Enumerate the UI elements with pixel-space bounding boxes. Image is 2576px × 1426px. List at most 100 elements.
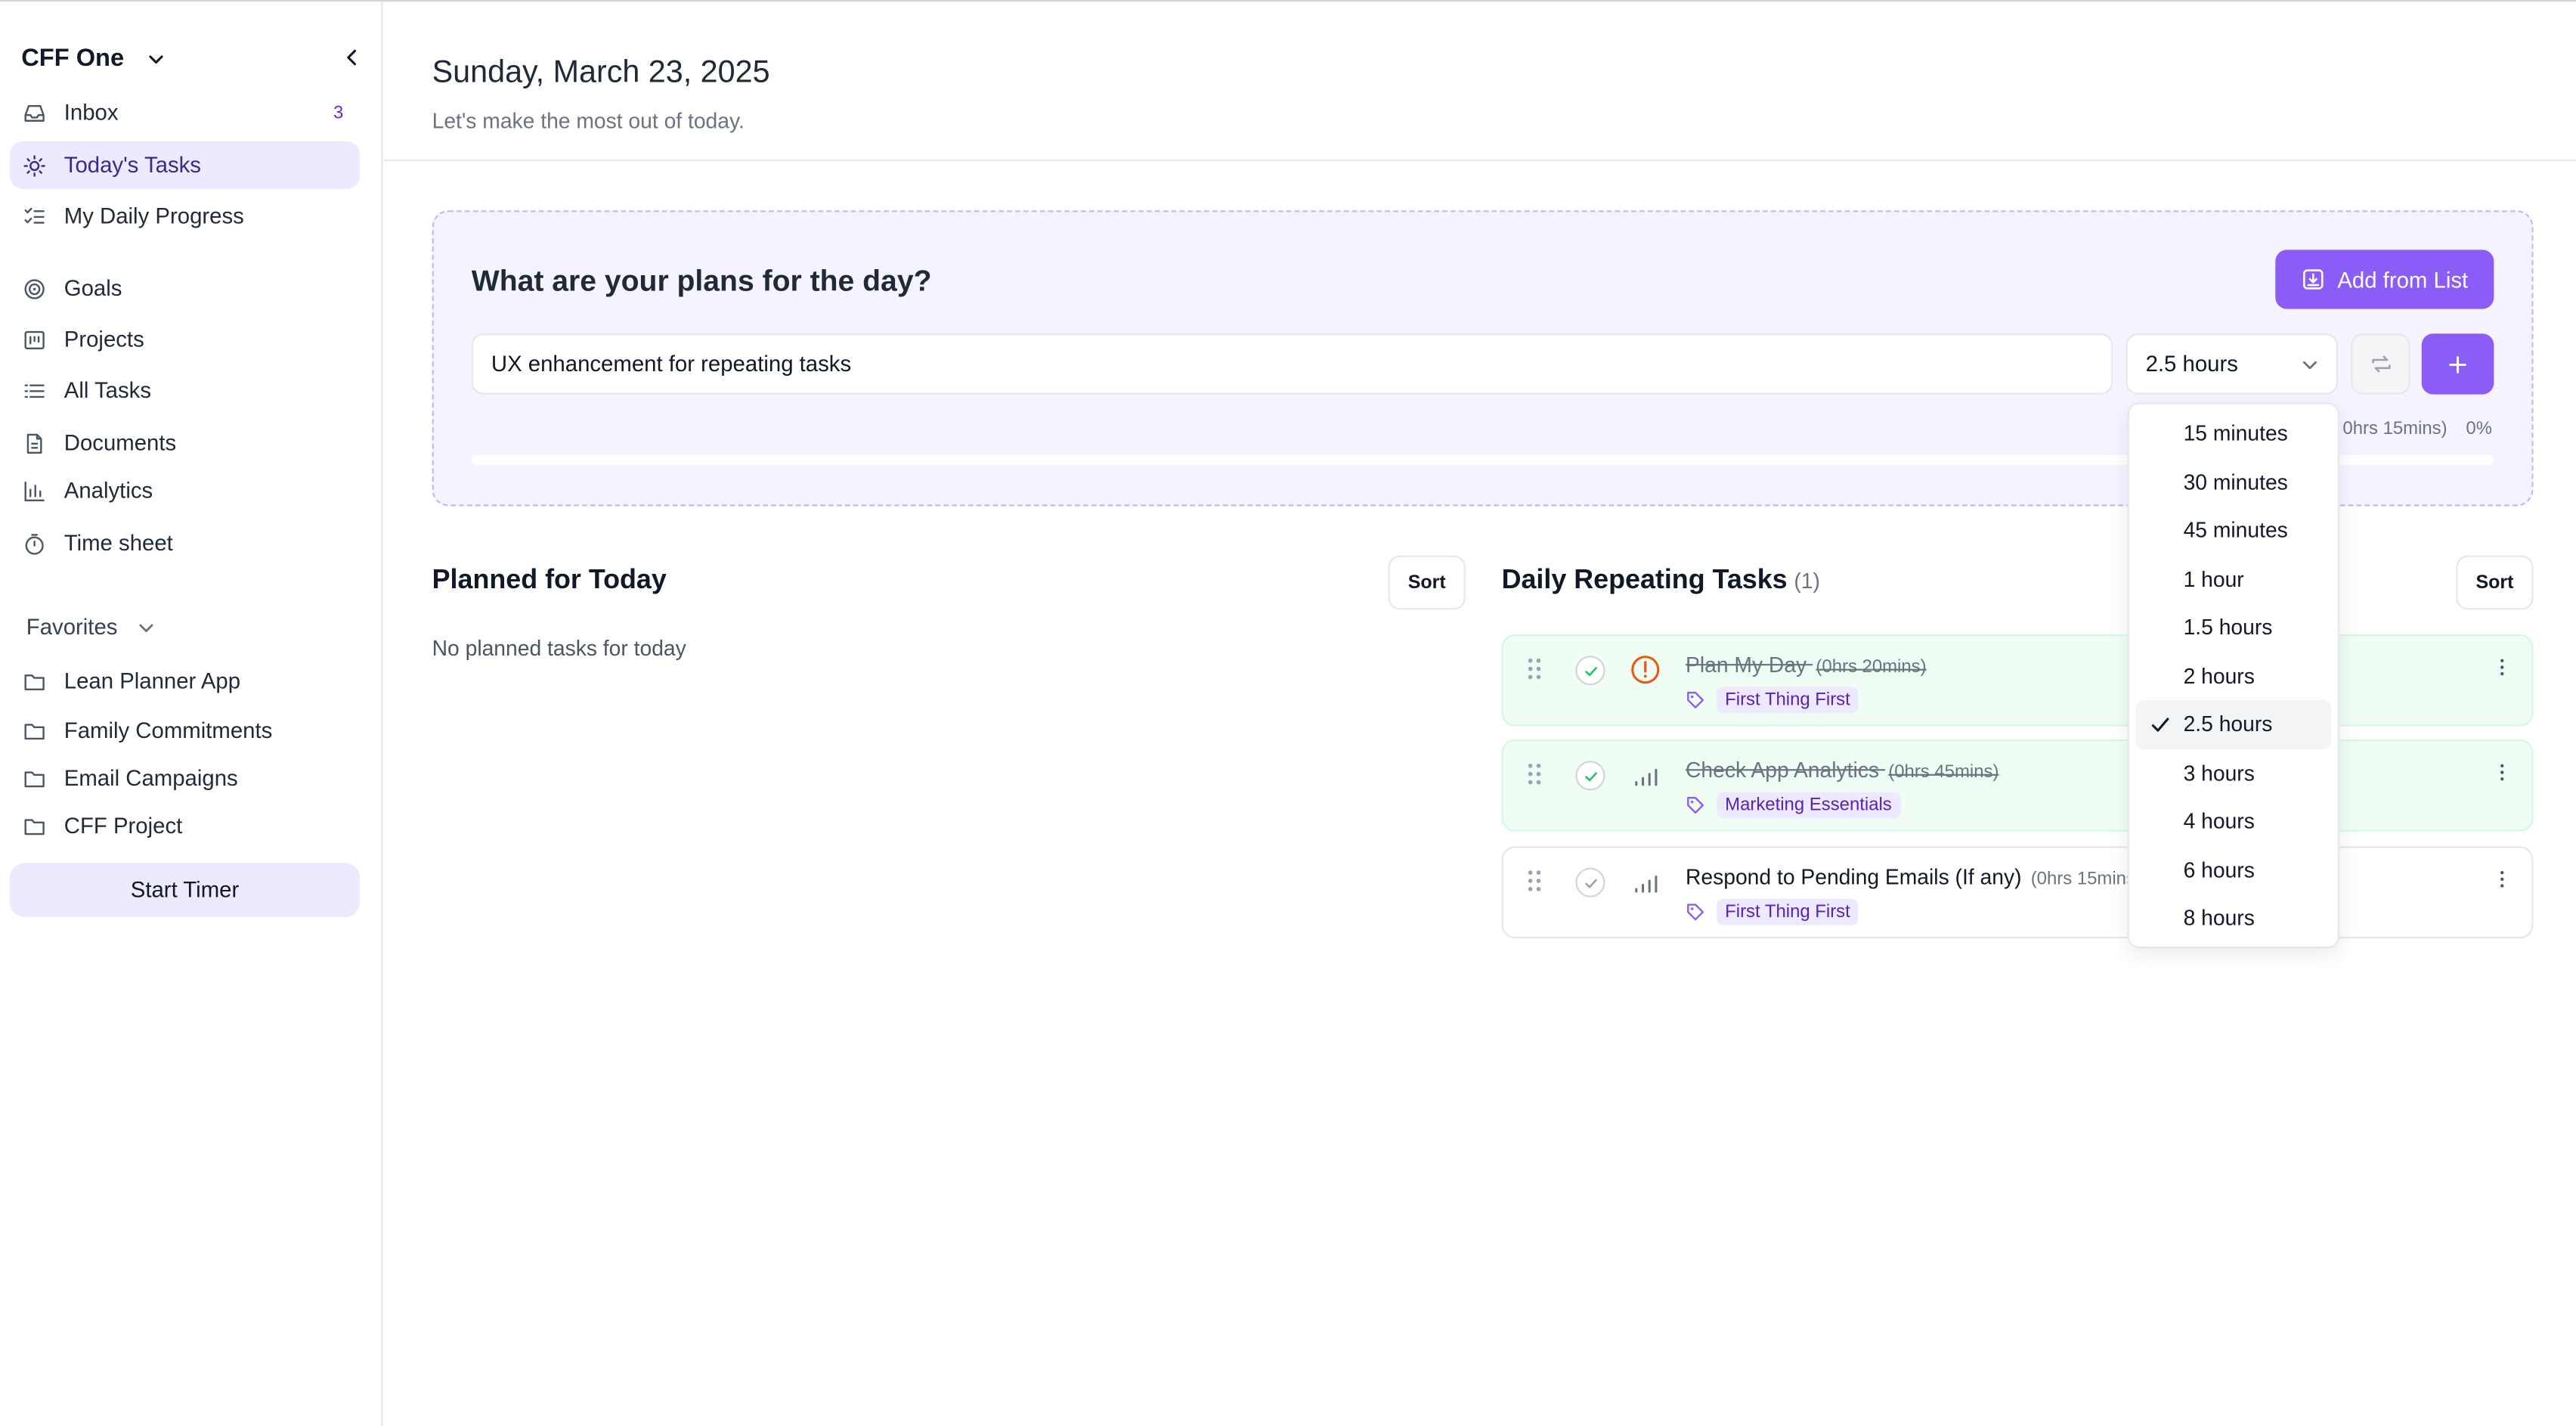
add-from-list-label: Add from List xyxy=(2337,267,2469,292)
planned-sort-button[interactable]: Sort xyxy=(1388,555,1466,610)
folder-icon xyxy=(24,770,45,787)
add-from-list-button[interactable]: Add from List xyxy=(2275,250,2494,309)
sidebar-item-goals[interactable]: Goals xyxy=(10,265,360,312)
task-title[interactable]: Respond to Pending Emails (If any) (0hrs… xyxy=(1686,864,2141,889)
task-tag[interactable]: First Thing First xyxy=(1686,687,1859,714)
planned-progress-percent: 0% xyxy=(2466,419,2492,439)
task-row[interactable]: Check App Analytics (0hrs 45mins) Market… xyxy=(1501,739,2534,832)
repeat-toggle-button[interactable] xyxy=(2351,333,2410,395)
duration-option[interactable]: 30 minutes xyxy=(2136,457,2332,506)
task-tag[interactable]: First Thing First xyxy=(1686,898,1859,925)
favorites-header[interactable]: Favorites xyxy=(26,615,154,639)
sidebar-item-label: Analytics xyxy=(63,478,153,504)
workspace-switcher[interactable]: CFF One xyxy=(21,45,163,73)
collapse-sidebar-icon[interactable] xyxy=(342,48,361,67)
add-task-button[interactable] xyxy=(2421,333,2494,395)
task-duration: (0hrs 15mins) xyxy=(2030,869,2141,889)
planned-section-title: Planned for Today xyxy=(432,565,667,595)
chevron-down-icon xyxy=(138,623,153,631)
sun-icon xyxy=(23,154,45,176)
inbox-icon xyxy=(24,104,45,121)
sidebar-item-todays-tasks[interactable]: Today's Tasks xyxy=(10,141,360,189)
repeating-sort-button[interactable]: Sort xyxy=(2456,555,2534,610)
sidebar-item-label: Time sheet xyxy=(63,531,173,556)
task-title-text: Respond to Pending Emails (If any) xyxy=(1686,864,2022,889)
duration-option[interactable]: 1.5 hours xyxy=(2136,603,2332,652)
tag-icon xyxy=(1687,797,1704,814)
sidebar-item-label: Projects xyxy=(63,327,144,352)
task-tag[interactable]: Marketing Essentials xyxy=(1686,792,1900,819)
task-row[interactable]: Respond to Pending Emails (If any) (0hrs… xyxy=(1501,846,2534,939)
task-complete-checkbox[interactable] xyxy=(1575,867,1605,897)
duration-option-label: 2.5 hours xyxy=(2183,711,2273,737)
task-tag-label: First Thing First xyxy=(1717,687,1859,714)
task-title-text: Plan My Day xyxy=(1686,652,1807,677)
favorite-item-label: Family Commitments xyxy=(63,718,273,743)
task-title-text: Check App Analytics xyxy=(1686,757,1880,783)
inbox-count-badge: 3 xyxy=(333,102,344,122)
priority-low-icon[interactable] xyxy=(1630,866,1661,897)
duration-option[interactable]: 6 hours xyxy=(2136,845,2332,894)
task-complete-checkbox[interactable] xyxy=(1575,656,1605,686)
task-complete-checkbox[interactable] xyxy=(1575,761,1605,791)
header-divider xyxy=(384,159,2576,162)
folder-icon xyxy=(24,723,45,739)
task-row[interactable]: Plan My Day (0hrs 20mins) First Thing Fi… xyxy=(1501,634,2534,727)
task-duration: (0hrs 20mins) xyxy=(1816,657,1927,677)
target-icon xyxy=(24,278,45,299)
duration-option[interactable]: 3 hours xyxy=(2136,749,2332,797)
duration-option-label: 30 minutes xyxy=(2183,470,2288,494)
sidebar-item-all-tasks[interactable]: All Tasks xyxy=(10,367,360,414)
favorite-item-cff-project[interactable]: CFF Project xyxy=(10,802,360,850)
tag-icon xyxy=(1687,691,1704,708)
kanban-icon xyxy=(24,330,45,349)
more-options-icon[interactable] xyxy=(2499,870,2506,889)
duration-option[interactable]: 4 hours xyxy=(2136,797,2332,845)
drag-handle-icon[interactable] xyxy=(1526,763,1543,786)
folder-icon xyxy=(24,818,45,835)
workspace-name: CFF One xyxy=(21,44,125,73)
duration-select[interactable]: 2.5 hours xyxy=(2126,333,2338,395)
sidebar-item-time-sheet[interactable]: Time sheet xyxy=(10,519,360,567)
drag-handle-icon[interactable] xyxy=(1526,870,1543,892)
sidebar-item-label: Today's Tasks xyxy=(63,153,201,178)
priority-low-icon[interactable] xyxy=(1630,759,1661,790)
duration-option-label: 2 hours xyxy=(2183,663,2255,689)
planned-empty-state: No planned tasks for today xyxy=(432,636,686,661)
more-options-icon[interactable] xyxy=(2499,763,2506,783)
sidebar: CFF One Inbox 3 Today's Tasks My Daily P… xyxy=(0,2,383,1426)
check-icon xyxy=(1584,666,1596,676)
document-icon xyxy=(26,432,42,453)
sidebar-item-projects[interactable]: Projects xyxy=(10,315,360,363)
repeating-section-title: Daily Repeating Tasks (1) xyxy=(1502,566,1820,597)
new-task-input[interactable] xyxy=(471,333,2113,395)
duration-option[interactable]: 45 minutes xyxy=(2136,506,2332,554)
favorite-item-email-campaigns[interactable]: Email Campaigns xyxy=(10,755,360,802)
duration-option-selected[interactable]: 2.5 hours xyxy=(2135,699,2332,749)
favorite-item-family-commitments[interactable]: Family Commitments xyxy=(10,707,360,755)
duration-option-label: 6 hours xyxy=(2183,857,2255,882)
more-options-icon[interactable] xyxy=(2499,657,2506,677)
tag-icon xyxy=(1687,904,1704,921)
task-title[interactable]: Check App Analytics (0hrs 45mins) xyxy=(1686,758,1999,783)
sidebar-item-documents[interactable]: Documents xyxy=(10,419,360,467)
duration-option[interactable]: 8 hours xyxy=(2136,894,2332,942)
duration-option[interactable]: 15 minutes xyxy=(2136,409,2332,457)
favorite-item-lean-planner[interactable]: Lean Planner App xyxy=(10,657,360,705)
page-subtitle: Let's make the most out of today. xyxy=(432,108,745,134)
sidebar-item-daily-progress[interactable]: My Daily Progress xyxy=(10,192,360,240)
duration-option[interactable]: 2 hours xyxy=(2136,652,2332,700)
sidebar-item-label: Inbox xyxy=(63,100,119,126)
duration-option[interactable]: 1 hour xyxy=(2136,555,2332,603)
duration-option-label: 15 minutes xyxy=(2183,420,2288,446)
sidebar-item-analytics[interactable]: Analytics xyxy=(10,467,360,514)
folder-icon xyxy=(24,674,45,690)
drag-handle-icon[interactable] xyxy=(1526,657,1543,680)
sidebar-item-inbox[interactable]: Inbox 3 xyxy=(10,88,360,136)
priority-urgent-icon[interactable] xyxy=(1630,654,1661,685)
duration-option-label: 3 hours xyxy=(2183,760,2255,786)
check-icon xyxy=(1584,771,1596,781)
task-title[interactable]: Plan My Day (0hrs 20mins) xyxy=(1686,653,1927,677)
duration-option-label: 4 hours xyxy=(2183,808,2255,834)
start-timer-button[interactable]: Start Timer xyxy=(10,863,360,917)
